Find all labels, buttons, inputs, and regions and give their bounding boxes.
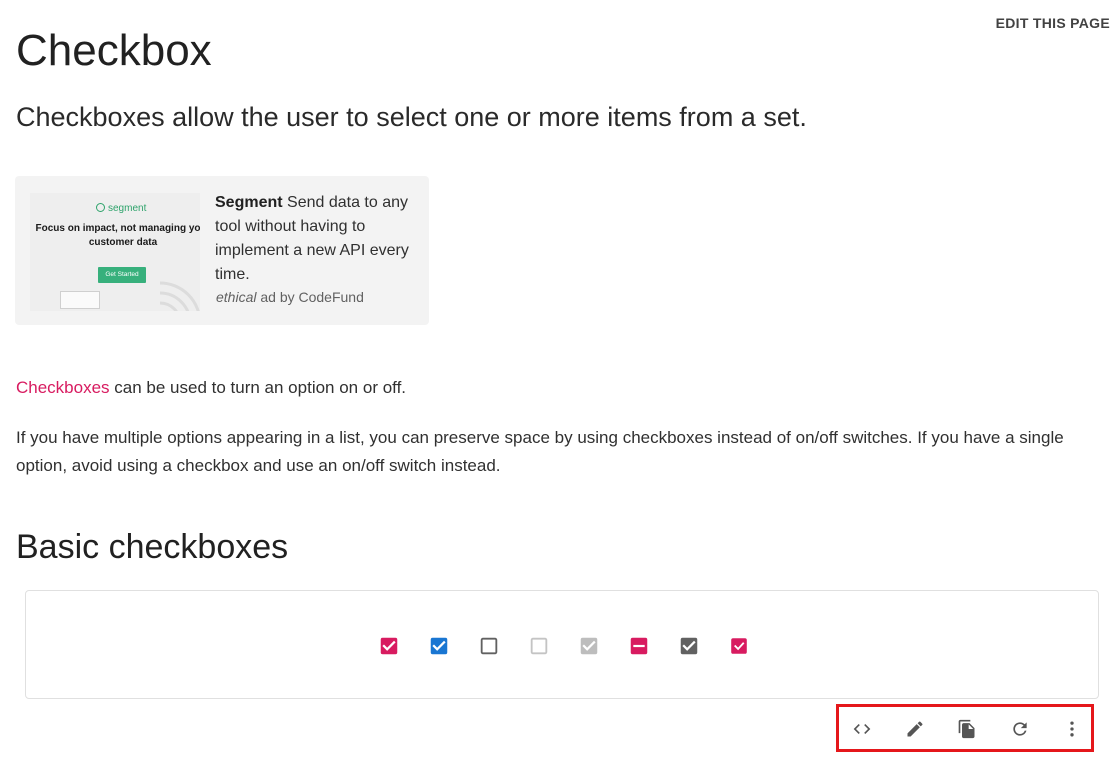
ad-cta-button[interactable]: Get Started [98, 267, 146, 283]
ad-sponsor: Segment [215, 194, 283, 211]
page-title: Checkbox [16, 26, 212, 75]
ad-image[interactable]: segment Focus on impact, not managing yo… [30, 193, 200, 311]
checkbox-checked-disabled [580, 637, 598, 655]
sponsored-ad[interactable]: segment Focus on impact, not managing yo… [15, 176, 429, 325]
checkbox-checked[interactable] [678, 635, 700, 657]
copy-icon[interactable] [956, 718, 978, 740]
edit-page-link[interactable]: EDIT THIS PAGE [996, 15, 1110, 31]
guidance-paragraph: If you have multiple options appearing i… [16, 428, 1064, 475]
checkbox-unchecked[interactable] [478, 635, 500, 657]
page-subtitle: Checkboxes allow the user to select one … [16, 102, 807, 132]
checkboxes-link[interactable]: Checkboxes [16, 378, 110, 397]
demo-container [25, 590, 1099, 699]
ad-credit[interactable]: ethical ad by CodeFund [216, 289, 364, 305]
checkbox-checked[interactable] [378, 635, 400, 657]
section-title: Basic checkboxes [16, 528, 289, 566]
more-vert-icon[interactable] [1061, 718, 1083, 740]
code-icon[interactable] [851, 718, 873, 740]
ad-description[interactable]: Segment Send data to any tool without ha… [215, 191, 427, 287]
ad-decoration-icon [159, 281, 200, 311]
checkbox-row [378, 635, 750, 657]
checkbox-checked[interactable] [428, 635, 450, 657]
ad-device-illustration [60, 291, 100, 309]
demo-toolbar [836, 704, 1094, 752]
checkbox-unchecked-disabled [530, 637, 548, 655]
edit-icon[interactable] [904, 718, 926, 740]
checkbox-indeterminate[interactable] [628, 635, 650, 657]
ad-image-headline: Focus on impact, not managing your custo… [35, 223, 200, 248]
ad-brand-logo: segment [96, 203, 146, 214]
checkbox-checked-small[interactable] [728, 635, 750, 657]
reset-icon[interactable] [1009, 718, 1031, 740]
intro-paragraph: Checkboxes can be used to turn an option… [16, 378, 407, 397]
